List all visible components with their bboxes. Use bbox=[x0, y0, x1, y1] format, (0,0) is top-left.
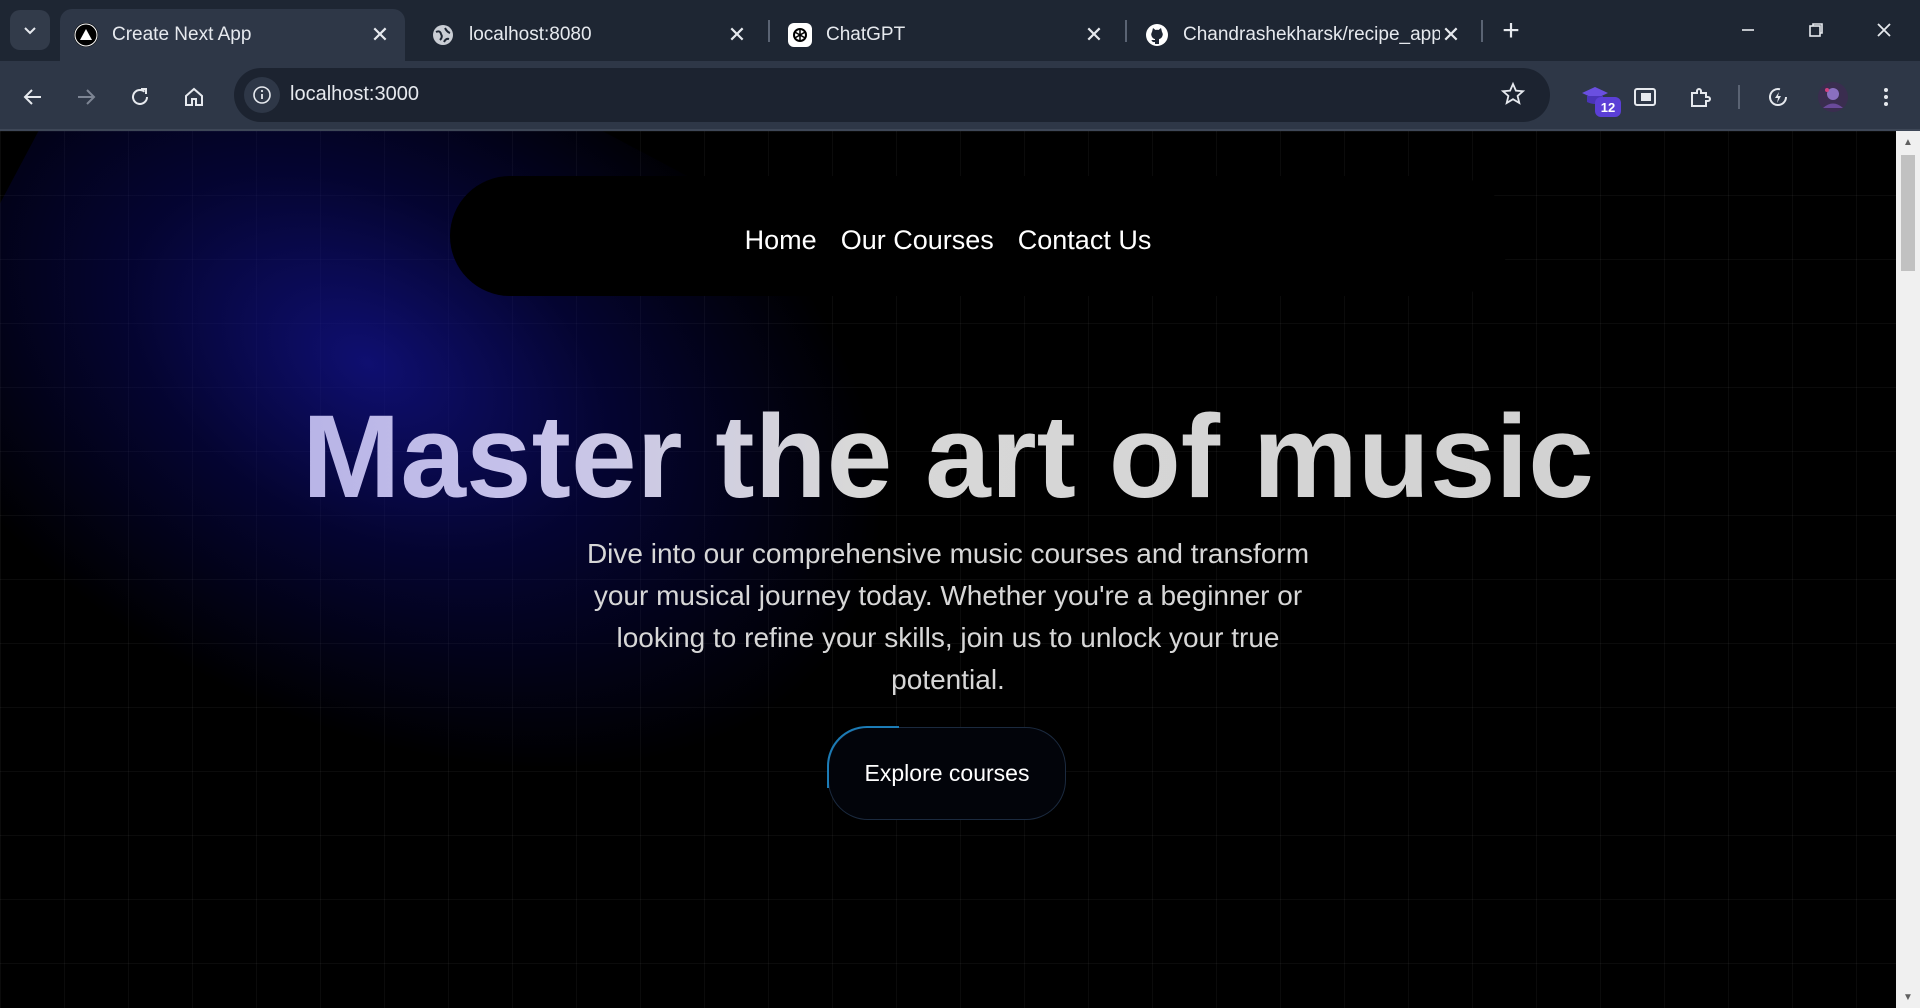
profile-button[interactable] bbox=[1813, 77, 1853, 117]
media-controls-button[interactable] bbox=[1625, 77, 1665, 117]
page-scrollbar[interactable]: ▲ ▼ bbox=[1896, 131, 1920, 1008]
extension-button[interactable]: 12 bbox=[1575, 77, 1621, 117]
nav-contact-link[interactable]: Contact Us bbox=[1018, 225, 1152, 256]
explore-courses-label: Explore courses bbox=[864, 760, 1030, 786]
hero-subtitle: Dive into our comprehensive music course… bbox=[586, 538, 1310, 695]
tab-localhost-8080[interactable]: localhost:8080 ✕ bbox=[417, 9, 762, 61]
site-info-button[interactable] bbox=[244, 77, 280, 113]
home-icon bbox=[185, 87, 203, 106]
toolbar-separator bbox=[1738, 85, 1740, 109]
scroll-down-arrow-icon[interactable]: ▼ bbox=[1896, 988, 1920, 1006]
nav-home-link[interactable]: Home bbox=[745, 225, 817, 256]
globe-icon bbox=[431, 23, 455, 47]
explore-courses-button[interactable]: Explore courses bbox=[827, 726, 1066, 820]
tab-separator bbox=[768, 20, 770, 42]
tab-search-button[interactable] bbox=[10, 10, 50, 50]
tab-strip: Create Next App ✕ localhost:8080 ✕ ChatG… bbox=[0, 0, 1920, 61]
tab-github-recipe-app[interactable]: Chandrashekharsk/recipe_app ✕ bbox=[1131, 9, 1476, 61]
tab-title: ChatGPT bbox=[826, 24, 906, 45]
info-icon bbox=[253, 86, 271, 104]
scrollbar-thumb[interactable] bbox=[1901, 155, 1915, 271]
bookmark-button[interactable] bbox=[1500, 81, 1526, 112]
page-viewport: Home Our Courses Contact Us Master the a… bbox=[0, 131, 1896, 1008]
nav-courses-link[interactable]: Our Courses bbox=[841, 225, 994, 256]
tab-create-next-app[interactable]: Create Next App ✕ bbox=[60, 9, 405, 61]
browser-toolbar: localhost:3000 12 bbox=[0, 61, 1920, 131]
tab-separator bbox=[1125, 20, 1127, 42]
chatgpt-icon bbox=[788, 23, 812, 47]
close-tab-icon[interactable]: ✕ bbox=[369, 22, 391, 47]
main-navbar: Home Our Courses Contact Us bbox=[0, 225, 1896, 256]
github-icon bbox=[1145, 23, 1169, 47]
star-icon bbox=[1500, 81, 1526, 105]
url-text[interactable]: localhost:3000 bbox=[290, 83, 419, 106]
new-tab-button[interactable]: + bbox=[1494, 14, 1528, 48]
close-tab-icon[interactable]: ✕ bbox=[1440, 22, 1462, 47]
nextjs-icon bbox=[74, 23, 98, 47]
close-icon bbox=[1877, 23, 1891, 37]
minimize-button[interactable] bbox=[1728, 10, 1768, 50]
address-bar[interactable]: localhost:3000 bbox=[234, 68, 1550, 122]
reload-icon bbox=[132, 88, 148, 105]
arrow-left-icon bbox=[23, 89, 41, 105]
bolt-circle-icon bbox=[1769, 88, 1788, 106]
close-tab-icon[interactable]: ✕ bbox=[1083, 22, 1105, 47]
reload-button[interactable] bbox=[120, 77, 160, 117]
kebab-menu-icon bbox=[1884, 88, 1888, 106]
tab-chatgpt[interactable]: ChatGPT ✕ bbox=[774, 9, 1119, 61]
scroll-up-arrow-icon[interactable]: ▲ bbox=[1896, 133, 1920, 151]
extensions-button[interactable] bbox=[1680, 77, 1720, 117]
forward-button[interactable] bbox=[66, 77, 106, 117]
puzzle-icon bbox=[1691, 88, 1711, 107]
close-window-button[interactable] bbox=[1864, 10, 1904, 50]
close-tab-icon[interactable]: ✕ bbox=[726, 22, 748, 47]
tab-title: Create Next App bbox=[112, 24, 252, 45]
chevron-down-icon bbox=[24, 27, 36, 35]
hero-title: Master the art of music bbox=[0, 389, 1896, 525]
performance-button[interactable] bbox=[1758, 77, 1798, 117]
back-button[interactable] bbox=[13, 77, 53, 117]
home-button[interactable] bbox=[174, 77, 214, 117]
tab-title: localhost:8080 bbox=[469, 24, 592, 45]
arrow-right-icon bbox=[78, 89, 96, 105]
media-icon bbox=[1634, 88, 1656, 106]
extension-badge: 12 bbox=[1595, 97, 1621, 117]
minimize-icon bbox=[1742, 29, 1754, 31]
restore-icon bbox=[1809, 23, 1823, 37]
restore-button[interactable] bbox=[1796, 10, 1836, 50]
tab-title: Chandrashekharsk/recipe_app bbox=[1183, 24, 1440, 45]
menu-button[interactable] bbox=[1866, 77, 1906, 117]
tab-separator bbox=[1481, 20, 1483, 42]
avatar bbox=[1818, 82, 1848, 112]
